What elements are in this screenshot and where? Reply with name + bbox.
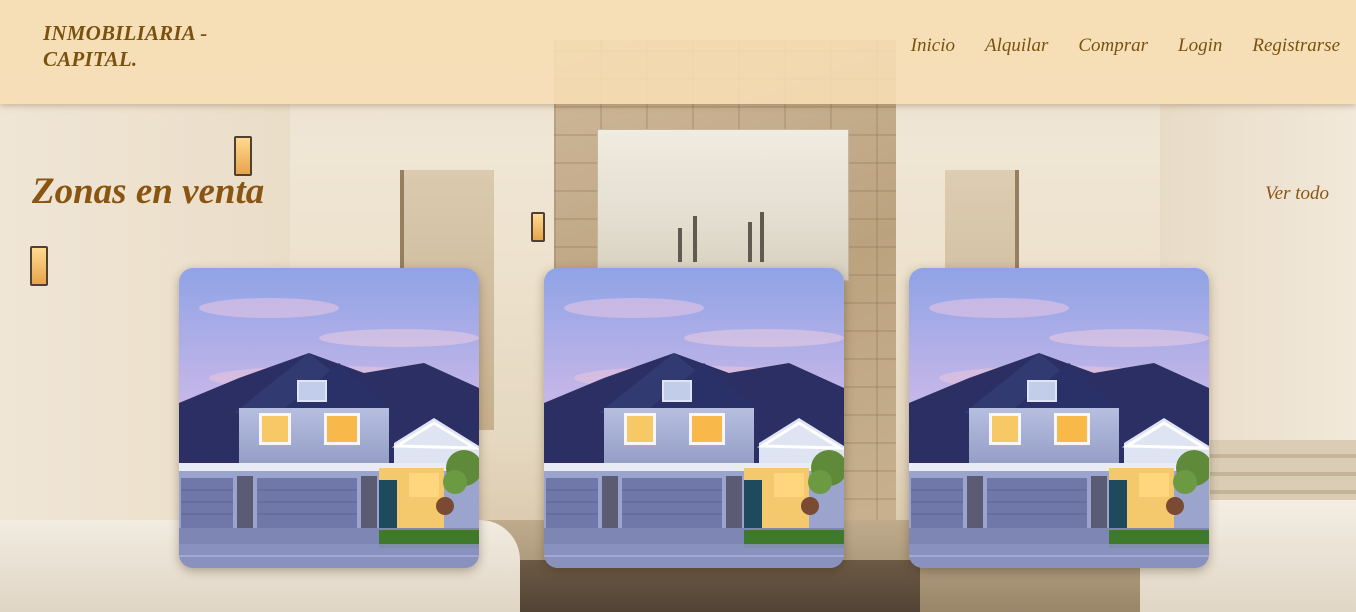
- nav-link-registrarse[interactable]: Registrarse: [1252, 34, 1340, 58]
- property-card[interactable]: [179, 268, 479, 568]
- brand-logo[interactable]: INMOBILIARIA - CAPITAL.: [43, 20, 263, 72]
- house-photo: [544, 268, 844, 568]
- property-card[interactable]: [909, 268, 1209, 568]
- house-photo: [179, 268, 479, 568]
- see-all-link[interactable]: Ver todo: [1265, 183, 1329, 205]
- nav-link-login[interactable]: Login: [1178, 34, 1222, 58]
- nav-link-inicio[interactable]: Inicio: [911, 34, 955, 58]
- nav-link-comprar[interactable]: Comprar: [1078, 34, 1148, 58]
- brand-line-1: INMOBILIARIA -: [43, 21, 208, 45]
- site-header: INMOBILIARIA - CAPITAL. Inicio Alquilar …: [0, 0, 1356, 104]
- property-card[interactable]: [544, 268, 844, 568]
- brand-line-2: CAPITAL.: [43, 47, 138, 71]
- nav-link-alquilar[interactable]: Alquilar: [985, 34, 1048, 58]
- main-nav: Inicio Alquilar Comprar Login Registrars…: [911, 34, 1340, 58]
- property-card-list: [179, 268, 1209, 568]
- section-title: Zonas en venta: [32, 171, 265, 212]
- house-photo: [909, 268, 1209, 568]
